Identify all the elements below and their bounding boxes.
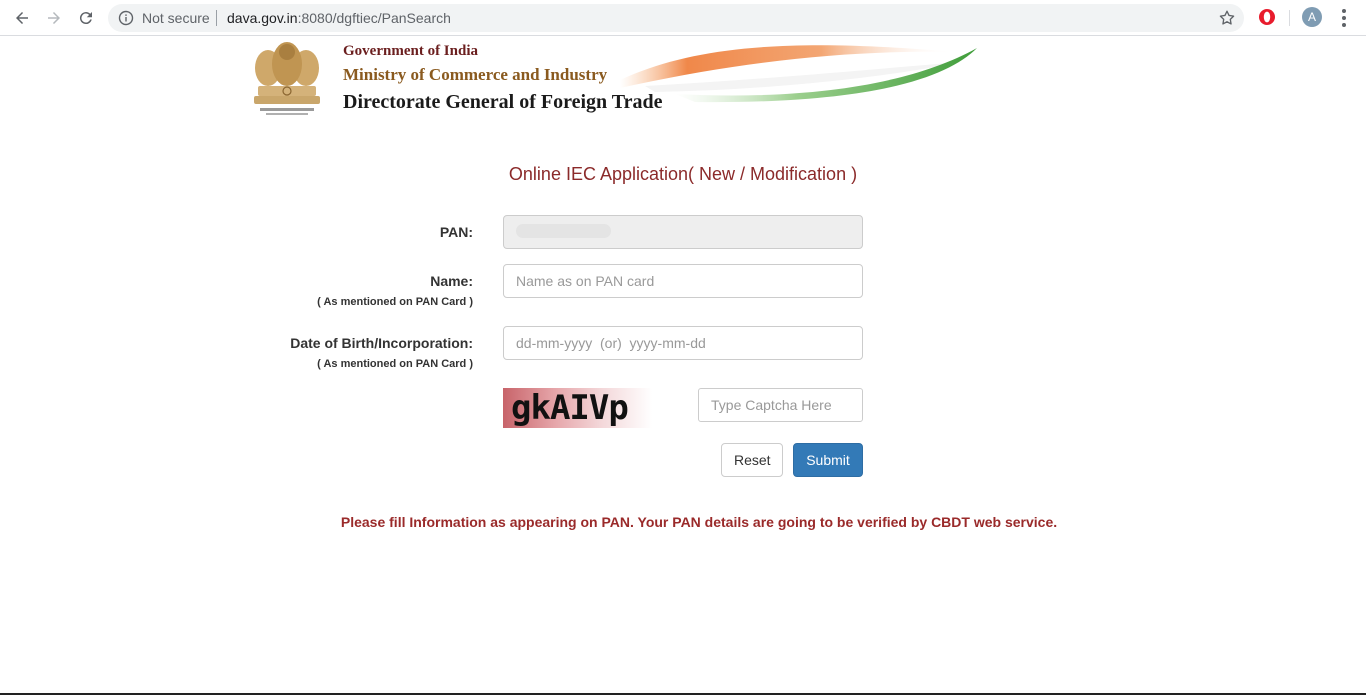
- url-text[interactable]: dava.gov.in:8080/dgftiec/PanSearch: [227, 10, 451, 26]
- dob-input[interactable]: [503, 326, 863, 360]
- dob-sublabel: ( As mentioned on PAN Card ): [317, 358, 473, 370]
- omnibox-separator: [216, 10, 217, 26]
- header-ministry: Ministry of Commerce and Industry: [343, 65, 608, 84]
- name-input[interactable]: [503, 264, 863, 298]
- name-sublabel: ( As mentioned on PAN Card ): [317, 296, 473, 308]
- security-status[interactable]: Not secure: [142, 10, 210, 26]
- url-host: dava.gov.in: [227, 10, 298, 26]
- opera-extension-icon[interactable]: [1257, 7, 1277, 27]
- captcha-image: gkAIVp: [503, 388, 652, 428]
- submit-button[interactable]: Submit: [793, 443, 863, 477]
- dob-label: Date of Birth/Incorporation:: [290, 335, 473, 351]
- url-path: :8080/dgftiec/PanSearch: [297, 10, 451, 26]
- profile-avatar[interactable]: A: [1302, 7, 1322, 27]
- address-bar[interactable]: Not secure dava.gov.in:8080/dgftiec/PanS…: [108, 4, 1244, 32]
- info-icon[interactable]: [118, 10, 134, 26]
- reload-icon[interactable]: [74, 6, 98, 30]
- browser-menu-icon[interactable]: [1336, 7, 1352, 29]
- national-emblem-icon: [254, 42, 320, 115]
- pan-label: PAN:: [439, 224, 473, 240]
- toolbar-divider: [1289, 10, 1290, 26]
- page-title: Online IEC Application( New / Modificati…: [508, 164, 858, 184]
- back-arrow-icon[interactable]: [10, 6, 34, 30]
- forward-arrow-icon[interactable]: [42, 6, 66, 30]
- browser-toolbar: Not secure dava.gov.in:8080/dgftiec/PanS…: [0, 0, 1366, 36]
- name-label: Name:: [430, 273, 473, 289]
- captcha-text: gkAIVp: [511, 388, 629, 428]
- tricolor-swoosh-banner: [620, 45, 977, 103]
- captcha-input[interactable]: [698, 388, 863, 422]
- pan-verification-notice: Please fill Information as appearing on …: [340, 514, 1058, 530]
- header-government: Government of India: [343, 43, 478, 59]
- pan-value-redacted: [516, 224, 611, 238]
- reset-button[interactable]: Reset: [721, 443, 783, 477]
- bookmark-star-icon[interactable]: [1218, 9, 1236, 27]
